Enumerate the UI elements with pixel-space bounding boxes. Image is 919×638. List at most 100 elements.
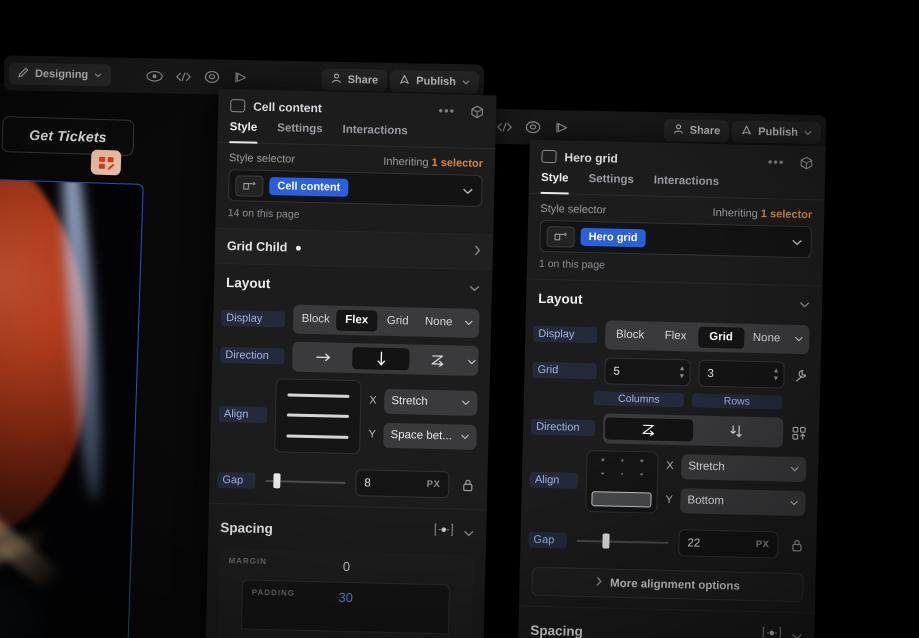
- direction-row: Direction: [212, 336, 491, 381]
- ellipsis-icon[interactable]: •••: [768, 154, 785, 169]
- rocket-icon: [399, 73, 410, 87]
- display-label[interactable]: Display: [221, 309, 286, 327]
- tab-settings[interactable]: Settings: [277, 122, 323, 144]
- tab-settings[interactable]: Settings: [588, 173, 634, 195]
- spacing-section-header[interactable]: Spacing: [208, 504, 487, 552]
- share-button[interactable]: Share: [321, 67, 388, 92]
- tab-style[interactable]: Style: [541, 172, 569, 194]
- ellipsis-icon[interactable]: •••: [438, 103, 455, 118]
- chevron-down-icon[interactable]: [792, 238, 805, 245]
- dot-grid-bottom-icon[interactable]: [585, 450, 659, 514]
- class-tag-icon[interactable]: [235, 174, 264, 197]
- align-label[interactable]: Align: [529, 471, 579, 489]
- chevron-down-icon[interactable]: [467, 352, 476, 370]
- grid-rows-input[interactable]: 3 ▲ ▼: [698, 359, 785, 389]
- tab-style[interactable]: Style: [229, 121, 258, 143]
- stepper-icon[interactable]: ▲ ▼: [769, 367, 779, 382]
- tab-interactions[interactable]: Interactions: [654, 175, 719, 198]
- gap-value: 8: [364, 476, 371, 489]
- hero-artwork[interactable]: [0, 176, 144, 638]
- display-option-none[interactable]: None: [744, 328, 790, 350]
- artwork-gradient: [0, 176, 95, 544]
- more-alignment-options-button[interactable]: More alignment options: [531, 566, 804, 603]
- chevron-down-icon: [804, 126, 812, 138]
- row-wrap-icon[interactable]: [604, 417, 694, 442]
- wrap-arrow-icon[interactable]: [409, 348, 467, 371]
- publish-button[interactable]: Publish: [390, 69, 480, 94]
- element-box-icon: [230, 99, 246, 113]
- direction-label[interactable]: Direction: [530, 418, 596, 437]
- chevron-down-icon[interactable]: [789, 334, 807, 345]
- align-y-dropdown[interactable]: Bottom: [680, 487, 806, 516]
- display-label[interactable]: Display: [533, 325, 598, 343]
- class-tag-icon[interactable]: [546, 225, 575, 248]
- selector-chip[interactable]: Cell content: [269, 177, 349, 197]
- gap-input[interactable]: 8 PX: [355, 469, 450, 499]
- column-wrap-icon[interactable]: [693, 420, 781, 444]
- align-row: Align X Stretch Y Bottom: [521, 445, 819, 520]
- align-label[interactable]: Align: [218, 405, 268, 424]
- wrench-icon[interactable]: [792, 368, 808, 382]
- selector-chip[interactable]: Hero grid: [580, 227, 646, 248]
- gap-label[interactable]: Gap: [528, 531, 567, 549]
- lock-icon[interactable]: [459, 479, 475, 492]
- rows-label: Rows: [691, 393, 782, 410]
- chevron-down-icon[interactable]: [799, 301, 810, 308]
- grid-label[interactable]: Grid: [532, 361, 597, 379]
- padding-box[interactable]: PADDING 30: [240, 579, 451, 635]
- chevron-down-icon[interactable]: [459, 318, 477, 329]
- align-x-dropdown[interactable]: Stretch: [680, 453, 807, 482]
- spacing-target-icon[interactable]: [434, 523, 453, 541]
- chevron-right-icon[interactable]: [474, 245, 481, 259]
- chevron-down-icon: [790, 466, 799, 472]
- chevron-down-icon[interactable]: [463, 524, 474, 542]
- direction-segmented-control[interactable]: [602, 413, 784, 448]
- eye-icon[interactable]: [141, 65, 167, 87]
- gap-slider[interactable]: [265, 472, 346, 492]
- gap-slider[interactable]: [576, 531, 669, 551]
- display-option-block[interactable]: Block: [607, 324, 653, 346]
- grid-edit-icon[interactable]: [90, 149, 122, 176]
- gap-label[interactable]: Gap: [217, 471, 256, 489]
- display-option-flex[interactable]: Flex: [335, 309, 378, 332]
- row-arrow-icon[interactable]: [294, 346, 352, 369]
- stepper-icon[interactable]: ▲ ▼: [675, 365, 685, 380]
- column-arrow-icon[interactable]: [351, 347, 410, 371]
- margin-box[interactable]: MARGIN 0 PADDING 30: [217, 548, 474, 638]
- gap-input[interactable]: 22 PX: [678, 529, 779, 559]
- display-option-flex[interactable]: Flex: [653, 326, 699, 348]
- chevron-down-icon[interactable]: [462, 187, 475, 194]
- display-option-none[interactable]: None: [418, 312, 459, 334]
- direction-segmented-control[interactable]: [291, 341, 479, 376]
- align-x-dropdown[interactable]: Stretch: [384, 388, 478, 416]
- publish-label: Publish: [416, 74, 457, 88]
- align-y-row: Y Bottom: [665, 487, 806, 516]
- cube-icon[interactable]: [470, 104, 484, 118]
- display-option-grid[interactable]: Grid: [377, 311, 418, 333]
- add-child-icon[interactable]: [791, 425, 807, 440]
- comment-icon[interactable]: [199, 66, 225, 88]
- display-segmented-control[interactable]: Block Flex Grid None: [292, 304, 480, 339]
- display-option-grid[interactable]: Grid: [698, 326, 745, 349]
- publish-button[interactable]: Publish: [732, 119, 822, 144]
- preview-play-icon[interactable]: [549, 116, 575, 138]
- share-button[interactable]: Share: [663, 118, 730, 142]
- cube-icon[interactable]: [799, 155, 813, 169]
- grid-columns-input[interactable]: 5 ▲ ▼: [604, 357, 691, 387]
- layout-title: Layout: [225, 275, 271, 292]
- spacing-target-icon[interactable]: [762, 626, 782, 638]
- mode-selector-button[interactable]: Designing: [8, 61, 112, 86]
- lock-icon[interactable]: [788, 539, 804, 552]
- code-icon[interactable]: [170, 65, 196, 87]
- comment-icon[interactable]: [520, 116, 546, 138]
- align-y-dropdown[interactable]: Space bet...: [383, 422, 477, 450]
- direction-label[interactable]: Direction: [220, 346, 285, 365]
- display-segmented-control[interactable]: Block Flex Grid None: [605, 320, 810, 355]
- chevron-down-icon[interactable]: [469, 285, 480, 292]
- three-bars-icon[interactable]: [274, 378, 362, 455]
- tab-interactions[interactable]: Interactions: [342, 124, 407, 147]
- display-option-block[interactable]: Block: [295, 309, 336, 331]
- chevron-down-icon[interactable]: [791, 627, 802, 638]
- chevron-down-icon: [462, 76, 470, 88]
- preview-play-icon[interactable]: [228, 66, 254, 88]
